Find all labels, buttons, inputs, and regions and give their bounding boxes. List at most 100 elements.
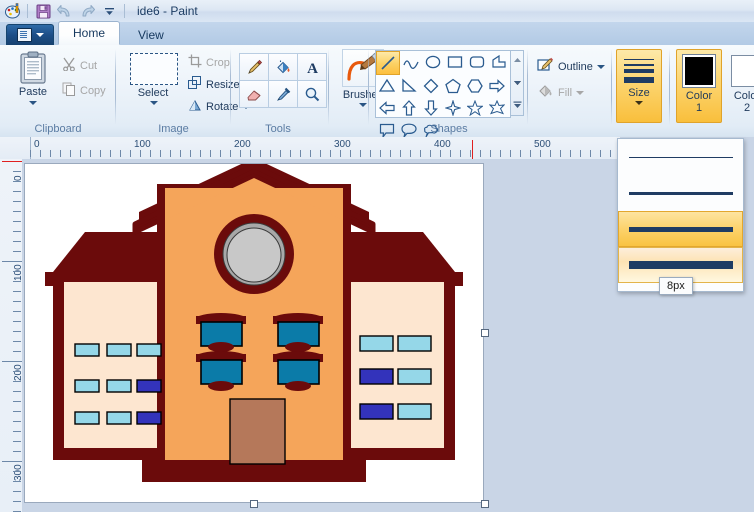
magnifier-icon[interactable]	[297, 80, 327, 108]
hruler-tick	[250, 150, 251, 157]
color-picker-icon[interactable]	[268, 80, 298, 108]
hruler-tick	[30, 150, 31, 157]
hruler-tick	[520, 150, 521, 157]
paint-menu-button[interactable]	[6, 24, 54, 45]
chevron-down-icon	[635, 101, 643, 105]
hruler-tick	[70, 150, 71, 157]
shape-diamond[interactable]	[420, 75, 442, 97]
vruler-tick	[13, 211, 21, 212]
copy-button[interactable]: Copy	[62, 82, 106, 99]
group-separator	[669, 49, 670, 125]
color2-button[interactable]: Color 2	[724, 49, 754, 123]
customize-qat-icon[interactable]	[98, 2, 120, 21]
vruler-tick	[13, 381, 21, 382]
canvas-resize-handle-right[interactable]	[481, 329, 489, 337]
shape-rectangle[interactable]	[444, 51, 466, 73]
shape-down-arrow[interactable]	[420, 97, 442, 119]
vruler-tick	[13, 421, 21, 422]
size-line-3	[624, 69, 654, 74]
shape-five-point-star[interactable]	[464, 97, 486, 119]
shape-oval[interactable]	[422, 51, 444, 73]
vruler-tick	[13, 411, 21, 412]
shape-polygon[interactable]	[488, 51, 510, 73]
shape-left-arrow[interactable]	[376, 97, 398, 119]
pencil-icon[interactable]	[239, 53, 269, 81]
paste-label: Paste	[18, 86, 48, 98]
horizontal-ruler[interactable]: 0 100 200 300 400 500	[0, 137, 620, 160]
scroll-up-icon[interactable]	[513, 54, 522, 66]
size-button[interactable]: Size	[616, 49, 662, 123]
fill-button[interactable]: Fill	[537, 83, 585, 102]
size-sample-3px	[628, 191, 733, 195]
save-icon[interactable]	[32, 2, 54, 21]
clipboard-icon	[19, 51, 47, 85]
shapes-scrollbar[interactable]	[510, 50, 524, 116]
fill-label: Fill	[558, 86, 573, 99]
paste-button[interactable]: Paste	[10, 51, 56, 115]
hruler-tick	[210, 150, 211, 157]
text-icon[interactable]: A	[297, 53, 327, 81]
size-option-5px[interactable]	[618, 211, 743, 247]
canvas-resize-handle-bottom[interactable]	[250, 500, 258, 508]
vruler-tick	[13, 481, 21, 482]
hruler-tick	[510, 150, 511, 157]
group-separator	[527, 49, 528, 125]
paint-canvas[interactable]	[24, 163, 484, 503]
scissors-icon	[62, 57, 76, 74]
shape-line[interactable]	[376, 51, 400, 75]
size-option-3px[interactable]	[618, 175, 743, 211]
shape-curve[interactable]	[400, 51, 422, 73]
outline-button[interactable]: Outline	[537, 57, 605, 76]
shape-right-arrow[interactable]	[486, 75, 508, 97]
hruler-tick	[590, 150, 591, 157]
vruler-tick	[13, 231, 21, 232]
vruler-tick	[13, 471, 21, 472]
vruler-tick	[13, 341, 21, 342]
crop-button[interactable]: Crop	[188, 54, 230, 71]
shape-up-arrow[interactable]	[398, 97, 420, 119]
shape-six-point-star[interactable]	[486, 97, 508, 119]
hruler-tick	[420, 150, 421, 157]
size-dropdown-menu[interactable]	[617, 138, 744, 292]
shape-four-point-star[interactable]	[442, 97, 464, 119]
fill-bucket-icon[interactable]	[268, 53, 298, 81]
ribbon-group-clipboard: Paste Cut Copy Clipboard	[0, 45, 116, 137]
shapes-gallery	[375, 50, 511, 138]
undo-icon[interactable]	[54, 2, 76, 21]
vruler-tick	[13, 171, 21, 172]
cut-button[interactable]: Cut	[62, 57, 97, 74]
hruler-label-0: 0	[34, 139, 40, 150]
hruler-tick	[150, 150, 151, 157]
hruler-tick	[390, 150, 391, 157]
vertical-ruler[interactable]: 0 100 200 300	[0, 159, 23, 512]
hruler-tick	[260, 150, 261, 157]
title-separator	[27, 4, 28, 18]
hruler-tick	[560, 150, 561, 157]
shape-triangle[interactable]	[376, 75, 398, 97]
canvas-resize-handle-corner[interactable]	[481, 500, 489, 508]
tab-view[interactable]: View	[124, 24, 178, 45]
shapes-more-icon[interactable]	[513, 100, 522, 112]
hruler-tick	[310, 150, 311, 157]
shape-pentagon[interactable]	[442, 75, 464, 97]
hruler-tick	[180, 150, 181, 157]
hruler-tick	[100, 150, 101, 157]
size-option-1px[interactable]	[618, 139, 743, 175]
vruler-tick	[13, 331, 21, 332]
shape-rounded-rectangle[interactable]	[466, 51, 488, 73]
shape-right-triangle[interactable]	[398, 75, 420, 97]
tab-view-label: View	[138, 27, 164, 42]
hruler-label-200: 200	[234, 139, 251, 150]
color1-label-line2: 1	[695, 102, 703, 114]
eraser-icon[interactable]	[239, 80, 269, 108]
hruler-tick	[330, 150, 331, 157]
shape-hexagon[interactable]	[464, 75, 486, 97]
color1-button[interactable]: Color 1	[676, 49, 722, 123]
size-sample-1px	[628, 156, 733, 158]
vruler-tick	[13, 351, 21, 352]
scroll-down-icon[interactable]	[513, 77, 522, 89]
tab-home[interactable]: Home	[58, 21, 121, 45]
paint-palette-icon[interactable]	[3, 2, 23, 20]
redo-icon[interactable]	[76, 2, 98, 21]
hruler-tick	[300, 150, 301, 157]
